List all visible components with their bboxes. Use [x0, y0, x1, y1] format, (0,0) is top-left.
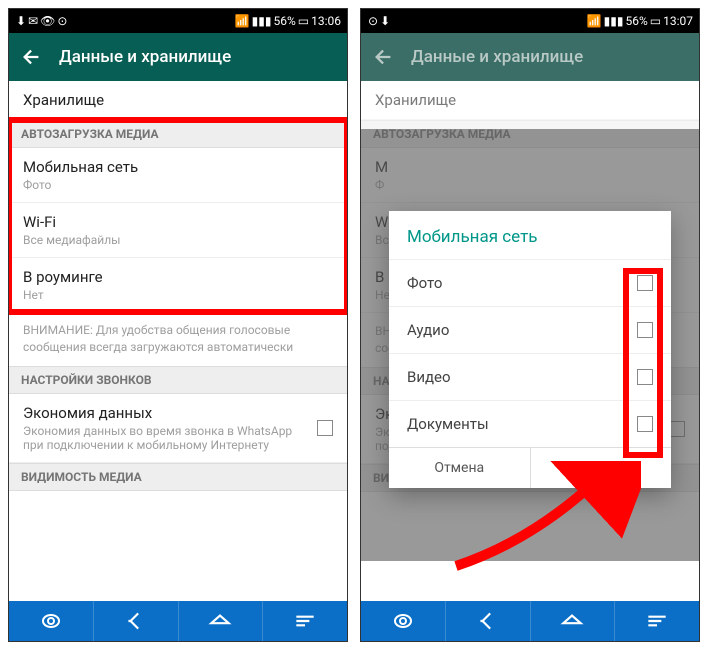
wifi-icon: 📶	[235, 14, 250, 28]
datasaver-row[interactable]: Экономия данных Экономия данных во время…	[9, 394, 347, 463]
nav-recent-icon[interactable]	[263, 601, 347, 641]
right-screenshot: ⊙⬇ 📶 ▮▮▮ 56% ▭ 13:07 Данные и хранилище …	[360, 8, 700, 642]
battery-icon: ▭	[650, 14, 661, 28]
visibility-header: ВИДИМОСТЬ МЕДИА	[9, 463, 347, 491]
dialog-title: Мобильная сеть	[389, 211, 671, 259]
roaming-row[interactable]: В роуминге Нет	[9, 258, 347, 312]
left-screenshot: ⬇✉👁⊙ 📶 ▮▮▮ 56% ▭ 13:06 Данные и хранилищ…	[8, 8, 348, 642]
calls-header: НАСТРОЙКИ ЗВОНКОВ	[9, 366, 347, 394]
teamviewer-icon[interactable]	[9, 601, 94, 641]
status-bar: ⬇✉👁⊙ 📶 ▮▮▮ 56% ▭ 13:06	[9, 9, 347, 33]
autodownload-highlight: АВТОЗАГРУЗКА МЕДИА Мобильная сеть Фото W…	[9, 120, 347, 312]
back-icon	[373, 46, 395, 68]
battery-label: 56%	[625, 14, 647, 28]
signal-icon: ▮▮▮	[604, 14, 624, 28]
status-bar: ⊙⬇ 📶 ▮▮▮ 56% ▭ 13:07	[361, 9, 699, 33]
nav-recent-icon[interactable]	[615, 601, 699, 641]
checkbox-highlight	[623, 268, 663, 458]
clock: 13:07	[663, 14, 693, 28]
page-title: Данные и хранилище	[411, 47, 583, 67]
wifi-row[interactable]: Wi-Fi Все медиафайлы	[9, 203, 347, 258]
datasaver-checkbox[interactable]	[317, 420, 333, 436]
nav-back-icon[interactable]	[94, 601, 179, 641]
app-bar: Данные и хранилище	[361, 33, 699, 81]
nav-back-icon[interactable]	[446, 601, 531, 641]
nav-home-icon[interactable]	[531, 601, 616, 641]
battery-icon: ▭	[298, 14, 309, 28]
storage-row[interactable]: Хранилище	[9, 81, 347, 120]
nav-home-icon[interactable]	[179, 601, 264, 641]
voice-note: ВНИМАНИЕ: Для удобства общения голосовые…	[9, 312, 347, 366]
signal-icon: ▮▮▮	[252, 14, 272, 28]
settings-content: Хранилище АВТОЗАГРУЗКА МЕДИА Мобильная с…	[9, 81, 347, 601]
mobile-row[interactable]: Мобильная сеть Фото	[9, 148, 347, 203]
wifi-icon: 📶	[587, 14, 602, 28]
system-navbar	[9, 601, 347, 641]
page-title: Данные и хранилище	[59, 47, 231, 67]
teamviewer-icon[interactable]	[361, 601, 446, 641]
app-bar: Данные и хранилище	[9, 33, 347, 81]
battery-label: 56%	[273, 14, 295, 28]
settings-content: Хранилище АВТОЗАГРУЗКА МЕДИА МФ WВс ВНе …	[361, 81, 699, 601]
cancel-button[interactable]: Отмена	[389, 448, 531, 488]
clock: 13:06	[311, 14, 341, 28]
back-icon[interactable]	[21, 46, 43, 68]
autodownload-header: АВТОЗАГРУЗКА МЕДИА	[9, 120, 347, 148]
system-navbar	[361, 601, 699, 641]
